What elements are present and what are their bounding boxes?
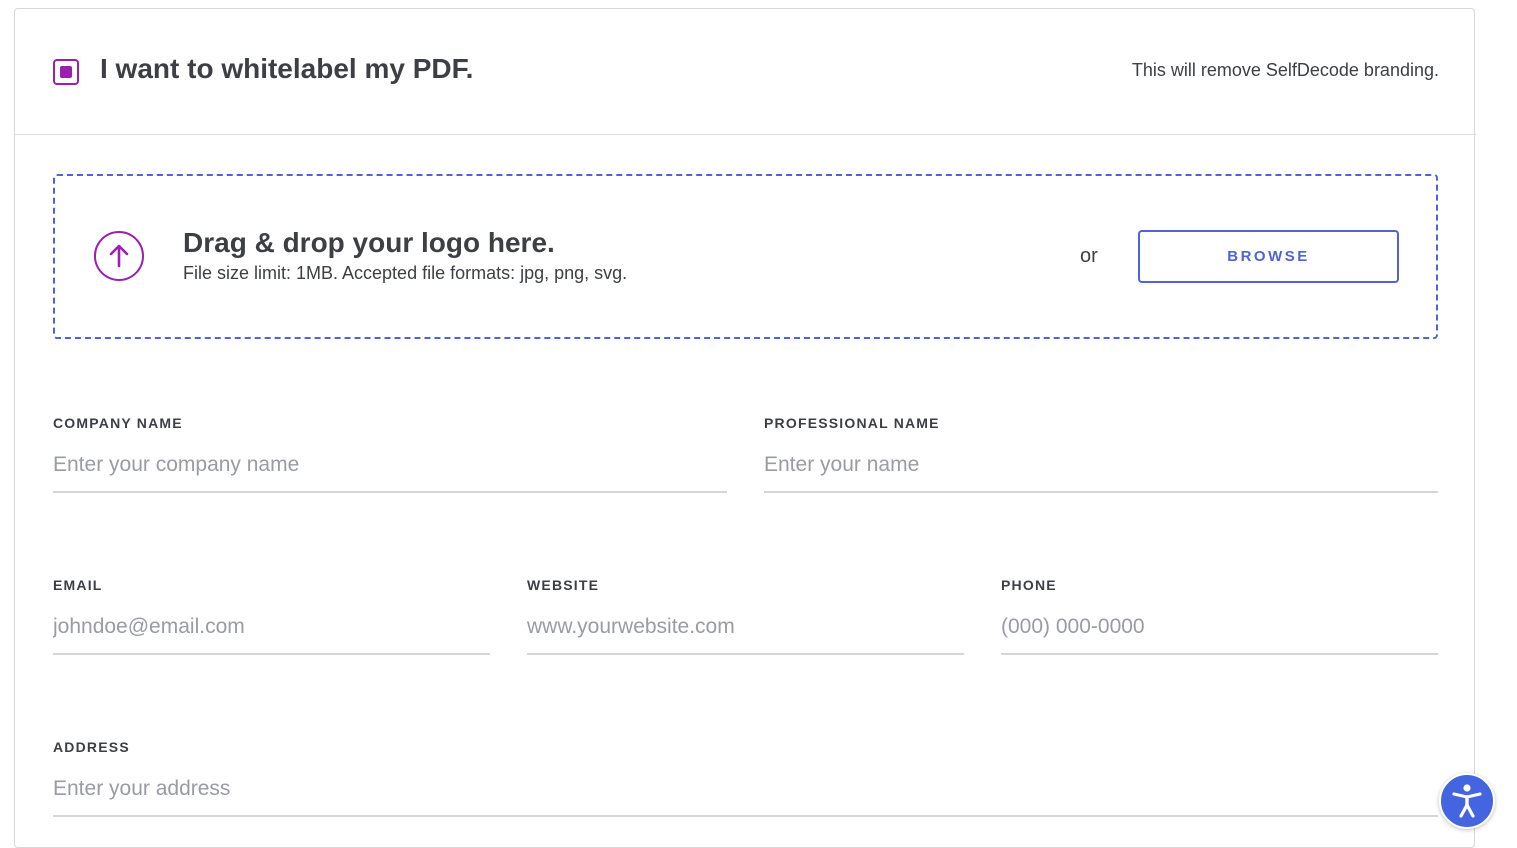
checkbox-checked-mark [60,66,72,78]
browse-button[interactable]: BROWSE [1138,230,1399,283]
or-separator: or [1080,245,1098,267]
whitelabel-header: I want to whitelabel my PDF. This will r… [15,9,1476,135]
accessibility-icon [1452,784,1482,818]
address-label: ADDRESS [53,739,130,755]
professional-name-field: PROFESSIONAL NAME [764,415,1438,493]
company-name-label: COMPANY NAME [53,415,183,431]
company-name-input[interactable] [53,449,727,493]
phone-input[interactable] [1001,611,1438,655]
company-name-field: COMPANY NAME [53,415,727,493]
professional-name-input[interactable] [764,449,1438,493]
email-label: EMAIL [53,577,103,593]
dropzone-subtitle: File size limit: 1MB. Accepted file form… [183,263,628,283]
whitelabel-title: I want to whitelabel my PDF. [100,53,474,84]
website-field: WEBSITE [527,577,964,655]
whitelabel-card: I want to whitelabel my PDF. This will r… [14,8,1476,848]
arrow-up-circle-icon [94,231,144,281]
address-input[interactable] [53,773,1438,817]
accessibility-button[interactable] [1439,773,1495,829]
email-input[interactable] [53,611,490,655]
arrow-up-icon [109,244,129,268]
professional-name-label: PROFESSIONAL NAME [764,415,940,431]
email-field: EMAIL [53,577,490,655]
website-label: WEBSITE [527,577,600,593]
address-field: ADDRESS [53,739,1438,817]
phone-label: PHONE [1001,577,1057,593]
phone-field: PHONE [1001,577,1438,655]
dropzone-title: Drag & drop your logo here. [183,227,555,258]
whitelabel-checkbox[interactable] [53,59,79,85]
website-input[interactable] [527,611,964,655]
branding-note: This will remove SelfDecode branding. [1131,60,1439,80]
logo-dropzone[interactable]: Drag & drop your logo here. File size li… [53,174,1438,339]
